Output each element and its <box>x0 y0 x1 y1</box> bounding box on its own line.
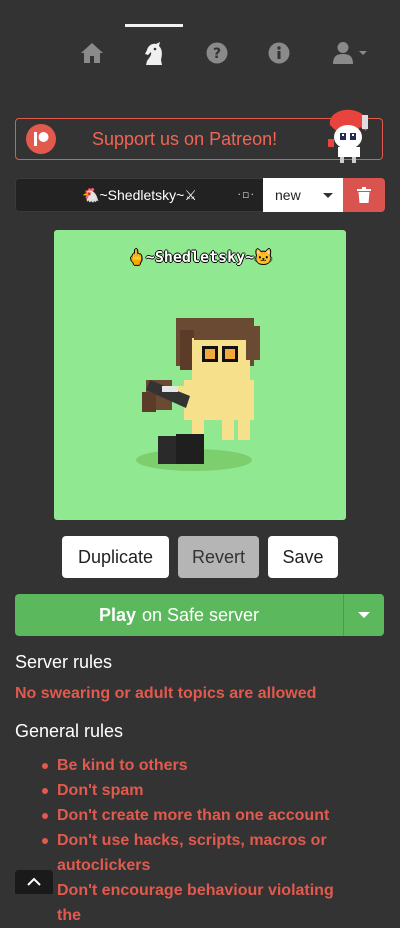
patreon-logo-icon <box>26 124 56 154</box>
rule-item: Don't use hacks, scripts, macros or auto… <box>42 828 362 878</box>
server-rule-text: No swearing or adult topics are allowed <box>15 685 317 702</box>
play-button-group: Play on Safe server <box>15 594 384 636</box>
pony-slot-value: new <box>275 187 301 203</box>
active-tab-indicator <box>125 24 183 27</box>
pony-name-text: 🐔~Shedletsky~⚔ <box>82 186 197 203</box>
caret-down-icon <box>323 193 333 198</box>
svg-text:?: ? <box>213 46 221 62</box>
delete-pony-button[interactable] <box>343 178 385 212</box>
pony-knight-icon[interactable] <box>141 40 167 66</box>
patreon-banner[interactable]: Support us on Patreon! <box>15 109 383 163</box>
rule-item: Don't encourage behaviour violating the <box>42 878 362 928</box>
user-menu-icon[interactable] <box>330 40 370 66</box>
top-nav: ? <box>0 0 400 90</box>
rule-item: Don't create more than one account <box>42 803 362 828</box>
pony-select-row: 🐔~Shedletsky~⚔ ·▫· new <box>15 178 385 212</box>
patreon-label: Support us on Patreon! <box>92 128 278 149</box>
play-label: Play <box>98 604 136 625</box>
mascot-pony-icon <box>316 105 376 170</box>
save-button[interactable]: Save <box>268 536 338 578</box>
info-icon[interactable] <box>266 40 292 66</box>
server-rules-heading: Server rules <box>15 652 113 672</box>
server-dropdown-toggle[interactable] <box>343 594 384 636</box>
duplicate-button[interactable]: Duplicate <box>62 536 169 578</box>
help-icon[interactable]: ? <box>204 40 230 66</box>
general-rules-heading: General rules <box>15 721 124 741</box>
trash-icon <box>357 187 371 203</box>
pony-preview: 🖕~Shedletsky~🐱 <box>54 230 346 520</box>
home-icon[interactable] <box>79 40 105 66</box>
chevron-up-icon <box>27 877 41 886</box>
play-server-label: on Safe server <box>141 604 260 625</box>
pony-sprite <box>136 318 260 471</box>
caret-down-icon <box>358 612 370 618</box>
general-rules-list: Be kind to others Don't spam Don't creat… <box>42 753 362 928</box>
pony-name-input[interactable]: 🐔~Shedletsky~⚔ ·▫· <box>15 178 263 212</box>
scroll-to-top-button[interactable] <box>15 870 53 894</box>
name-options-icon[interactable]: ·▫· <box>238 188 255 201</box>
revert-button[interactable]: Revert <box>178 536 259 578</box>
pony-slot-select[interactable]: new <box>263 178 343 212</box>
rule-item: Be kind to others <box>42 753 362 778</box>
rule-item: Don't spam <box>42 778 362 803</box>
play-button[interactable]: Play on Safe server <box>15 594 343 636</box>
